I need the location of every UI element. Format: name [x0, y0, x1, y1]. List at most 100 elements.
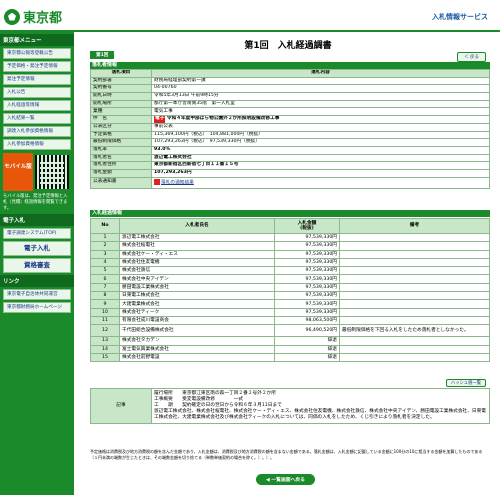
- info-value: 東京都新宿区西新宿七丁目１１番１５号: [151, 161, 490, 170]
- info-row: 公表区分 事前公表: [90, 122, 490, 132]
- bid-remarks: [339, 241, 490, 251]
- bid-no: 2: [90, 241, 120, 251]
- bid-no: 4: [90, 257, 120, 268]
- pdf-icon[interactable]: [154, 178, 160, 185]
- bidder-name: 株式会社ケー・ディ・エス: [119, 249, 275, 259]
- bidder-name: 日東電工株式会社: [119, 291, 275, 301]
- bidder-name: 株式会社タカデン: [119, 336, 275, 346]
- bid-no: 1: [90, 232, 120, 243]
- tokyo-logo[interactable]: 東京都: [4, 7, 62, 26]
- info-key: 落札金額: [90, 168, 152, 178]
- info-row: 契約番号 04-00760: [90, 84, 490, 94]
- sidebar-item[interactable]: 入札経過等情報: [3, 100, 71, 111]
- bid-no: 9: [90, 299, 120, 309]
- system-caption: 電子入札: [0, 214, 74, 226]
- qr-code-icon: [35, 155, 69, 189]
- hash-list-button[interactable]: ハッシュ値一覧: [445, 379, 486, 387]
- bid-amount: 98,063,500円: [274, 315, 340, 326]
- info-value: 115,369,100円（税込） 104,881,000円（税抜）: [151, 130, 490, 140]
- link-item[interactable]: 東京都財務局ホームページ: [3, 302, 71, 313]
- info-key: 落札率: [90, 145, 152, 155]
- bidder-name: 株式会社桜電社: [119, 241, 275, 251]
- sidebar-item[interactable]: 予定価格・発注予定情報: [3, 61, 71, 72]
- bid-no: 5: [90, 266, 120, 276]
- info-row: 開札日時 令和5年3月13日 午前9時15分: [90, 92, 490, 101]
- bid-amount: 97,539,330円: [274, 249, 340, 259]
- mobile-badge: モバイル版: [3, 153, 33, 191]
- info-value: 電子 令和４年度中部ばら物公園外２か所照明設備改修工事: [151, 115, 490, 124]
- info-row: 落札者名 渡辺電工株式会社: [90, 153, 490, 163]
- info-row: 落札金額 107,293,263円: [90, 168, 490, 178]
- mobile-note: モバイル版は、発注予定情報と入札（見積）経過情報を閲覧できます。: [3, 194, 68, 211]
- link-item[interactable]: 東京電子自治体共同運営: [3, 289, 71, 300]
- info-key: 予定価格: [90, 130, 152, 140]
- bid-amount: 96,490,520円: [274, 324, 340, 338]
- bid-row: 3 株式会社ケー・ディ・エス 97,539,330円: [90, 249, 490, 259]
- sidebar-item[interactable]: 調達入札参加資格情報: [3, 126, 71, 137]
- bid-row: 6 株式会社中央アイデン 97,539,330円: [90, 274, 490, 284]
- notice-link[interactable]: 落札の通知結果: [161, 180, 194, 185]
- mobile-promo[interactable]: モバイル版: [3, 153, 71, 191]
- bid-remarks: [339, 307, 490, 317]
- bid-remarks: [339, 336, 490, 346]
- page-title: 第1回 入札経過調書: [244, 41, 332, 51]
- bid-no: 6: [90, 274, 120, 284]
- system-top-button[interactable]: 電子調達システム(TOP): [3, 228, 71, 239]
- info-value: 財務局経理部契約第一課: [151, 76, 490, 86]
- info-key: 業種: [90, 107, 152, 117]
- bidder-name: 株式会社鉄信: [119, 266, 275, 276]
- col-header: 落札内容: [151, 69, 490, 78]
- info-value: 都庁第一本庁舎南側35階 第一入札室: [151, 99, 490, 109]
- bidder-name: 千代田総合設備株式会社: [119, 324, 275, 338]
- bid-remarks: [339, 282, 490, 293]
- sidebar-item[interactable]: 東京都公報等登載公告: [3, 48, 71, 59]
- return-to-list-button[interactable]: ◀ 一覧画面へ戻る: [256, 474, 315, 485]
- bid-row: 10 株式会社ティーク 97,539,330円: [90, 307, 490, 317]
- info-value: 107,293,263円（税込） 97,539,330円（税抜）: [151, 138, 490, 147]
- bid-no: 10: [90, 307, 120, 317]
- bid-row: 11 有限会社成川電設商会 98,063,500円: [90, 315, 490, 326]
- bid-amount: 97,539,330円: [274, 307, 340, 317]
- electronic-tag: 電子: [154, 116, 166, 123]
- bid-no: 8: [90, 291, 120, 301]
- bidder-name: 渡辺電工株式会社: [119, 232, 275, 243]
- info-row: 件 名電子 令和４年度中部ばら物公園外２か所照明設備改修工事: [90, 115, 490, 124]
- bid-no: 15: [90, 352, 120, 363]
- sidebar-item[interactable]: 入札公告: [3, 87, 71, 98]
- bidder-name: 株式会社前野電設: [119, 352, 275, 363]
- col-header: 備考: [339, 218, 490, 234]
- bid-no: 13: [90, 336, 120, 346]
- info-value: 107,293,263円: [151, 168, 490, 178]
- service-title: 入札情報サービス: [432, 13, 488, 21]
- col-header: 入札金額 (税抜): [274, 218, 340, 234]
- bid-no: 14: [90, 344, 120, 354]
- bid-amount: 97,539,330円: [274, 291, 340, 301]
- back-button[interactable]: ＜ 戻る: [457, 52, 486, 62]
- bid-amount: 辞退: [274, 336, 340, 346]
- col-header: No: [90, 218, 120, 234]
- bid-remarks: 最低制限価格を下回る入札をしたため落札者としなかった。: [339, 324, 490, 338]
- sidebar-item[interactable]: 発注予定情報: [3, 74, 71, 85]
- bidder-name: 大建電業株式会社: [119, 299, 275, 309]
- bid-amount: 97,539,330円: [274, 282, 340, 293]
- bid-row: 1 渡辺電工株式会社 97,539,330円: [90, 232, 490, 243]
- e-bidding-button[interactable]: 電子入札: [3, 241, 71, 256]
- bid-row: 8 日東電工株式会社 97,539,330円: [90, 291, 490, 301]
- info-key: 公表通知書: [90, 176, 152, 189]
- tokyo-emblem-icon: [4, 8, 20, 25]
- bid-amount: 97,539,330円: [274, 232, 340, 243]
- bid-amount: 97,539,330円: [274, 299, 340, 309]
- tab-round-1[interactable]: 第1回: [90, 51, 115, 59]
- sidebar-caption: 東京都メニュー: [0, 34, 74, 46]
- qualification-button[interactable]: 資格審査: [3, 258, 71, 273]
- bid-row: 9 大建電業株式会社 97,539,330円: [90, 299, 490, 309]
- info-value: 渡辺電工株式会社: [151, 153, 490, 163]
- sidebar-item[interactable]: 入札参加資格情報: [3, 139, 71, 150]
- info-value: 事前公表: [151, 122, 490, 132]
- info-key: 落札者名: [90, 153, 152, 163]
- sidebar-item[interactable]: 入札結果一覧: [3, 113, 71, 124]
- award-info-table: 落札項目 落札内容 契約部署 財務局経理部契約第一課 契約番号 04-00760 開札日…: [90, 69, 490, 189]
- bid-row: 14 富士電気興業株式会社 辞退: [90, 344, 490, 354]
- col-header: 入札者氏名: [119, 218, 275, 234]
- info-row: 落札率 93.0%: [90, 145, 490, 155]
